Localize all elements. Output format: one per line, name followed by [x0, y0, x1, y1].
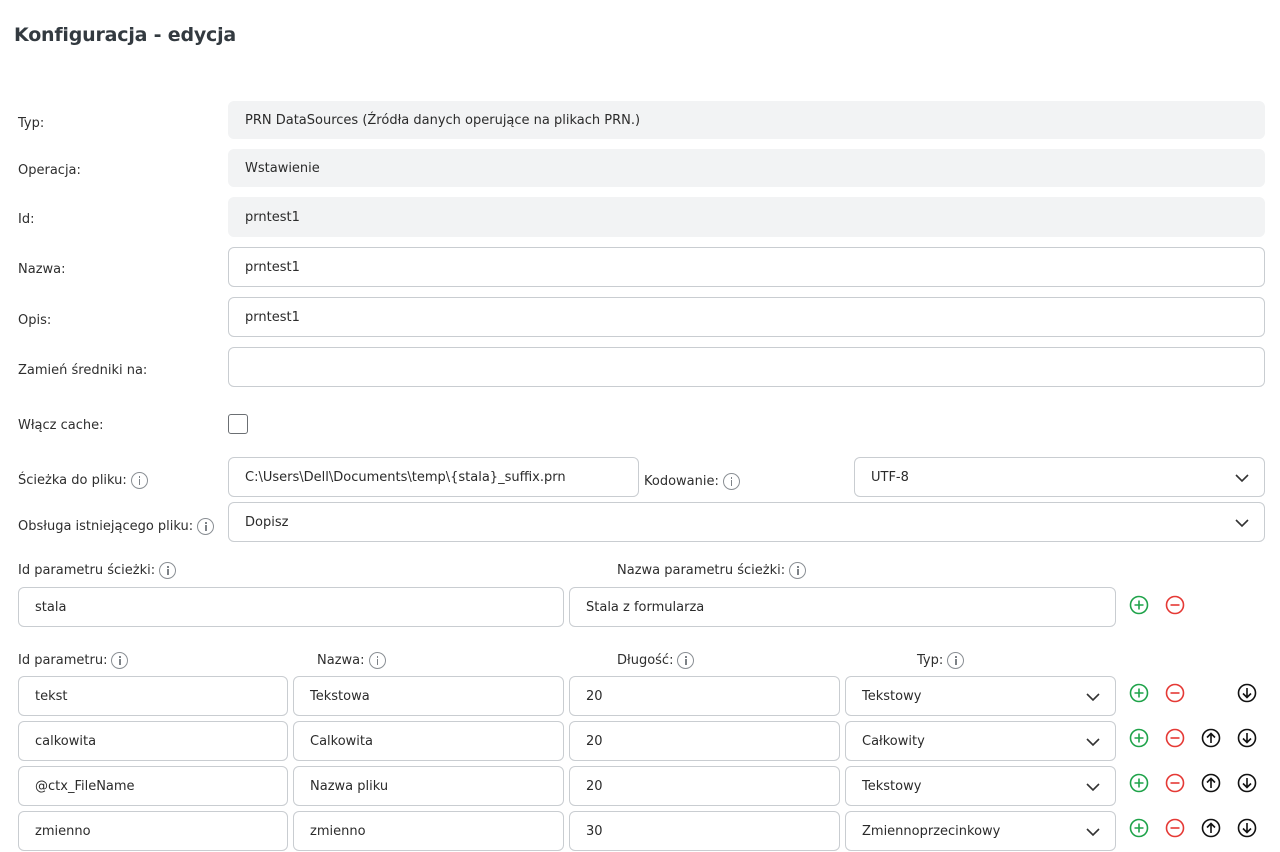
info-icon[interactable] [722, 473, 740, 490]
sciezka-label-wrap: Ścieżka do pliku: [18, 472, 148, 489]
id-field: prntest1 [228, 197, 1265, 237]
param-type-select[interactable]: Tekstowy [845, 676, 1116, 716]
path-param-name-header: Nazwa parametru ścieżki: [617, 562, 807, 579]
plus-circle-icon[interactable] [1129, 728, 1149, 748]
chevron-down-icon [1235, 474, 1249, 483]
param-length-input[interactable]: 20 [569, 766, 840, 806]
kodowanie-label-wrap: Kodowanie: [644, 473, 740, 490]
param-name-header-label: Nazwa: [317, 653, 365, 668]
info-icon[interactable] [368, 652, 386, 669]
arrow-down-circle-icon[interactable] [1237, 683, 1257, 703]
param-length-header: Długość: [617, 652, 695, 669]
param-name-input[interactable]: Calkowita [293, 721, 564, 761]
chevron-down-icon [1235, 519, 1249, 528]
plus-circle-icon[interactable] [1129, 773, 1149, 793]
param-name-header: Nazwa: [317, 652, 386, 669]
path-param-name-input[interactable]: Stala z formularza [569, 587, 1116, 627]
obsluga-label-wrap: Obsługa istniejącego pliku: [18, 518, 215, 535]
kodowanie-select[interactable]: UTF-8 [854, 457, 1265, 497]
arrow-up-circle-icon[interactable] [1201, 773, 1221, 793]
param-type-value: Tekstowy [862, 778, 922, 794]
sciezka-label: Ścieżka do pliku: [18, 473, 127, 488]
param-type-select[interactable]: Zmiennoprzecinkowy [845, 811, 1116, 851]
param-length-input[interactable]: 20 [569, 676, 840, 716]
plus-circle-icon[interactable] [1129, 595, 1149, 615]
arrow-down-circle-icon[interactable] [1237, 773, 1257, 793]
arrow-up-circle-icon[interactable] [1201, 818, 1221, 838]
info-icon[interactable] [677, 652, 695, 669]
info-icon[interactable] [789, 562, 807, 579]
param-id-input[interactable]: calkowita [18, 721, 288, 761]
info-icon[interactable] [159, 562, 177, 579]
id-label: Id: [18, 212, 35, 227]
param-type-value: Tekstowy [862, 688, 922, 704]
param-id-input[interactable]: tekst [18, 676, 288, 716]
nazwa-input[interactable]: prntest1 [228, 247, 1265, 287]
path-param-id-input[interactable]: stala [18, 587, 564, 627]
nazwa-label: Nazwa: [18, 262, 66, 277]
cache-label: Włącz cache: [18, 418, 104, 433]
info-icon[interactable] [130, 472, 148, 489]
param-name-input[interactable]: Tekstowa [293, 676, 564, 716]
cache-checkbox[interactable] [228, 414, 248, 434]
minus-circle-icon[interactable] [1165, 728, 1185, 748]
opis-input[interactable]: prntest1 [228, 297, 1265, 337]
arrow-down-circle-icon[interactable] [1237, 818, 1257, 838]
path-param-id-header: Id parametru ścieżki: [18, 562, 177, 579]
typ-label: Typ: [18, 116, 45, 131]
operacja-field: Wstawienie [228, 149, 1265, 187]
arrow-down-circle-icon[interactable] [1237, 728, 1257, 748]
param-type-header: Typ: [917, 652, 965, 669]
opis-label: Opis: [18, 313, 52, 328]
minus-circle-icon[interactable] [1165, 683, 1185, 703]
path-param-id-header-label: Id parametru ścieżki: [18, 563, 156, 578]
minus-circle-icon[interactable] [1165, 818, 1185, 838]
param-id-header-label: Id parametru: [18, 653, 108, 668]
minus-circle-icon[interactable] [1165, 595, 1185, 615]
zamien-label: Zamień średniki na: [18, 363, 148, 378]
sciezka-input[interactable]: C:\Users\Dell\Documents\temp\{stala}_suf… [228, 457, 639, 497]
zamien-input[interactable] [228, 347, 1265, 387]
obsluga-select[interactable]: Dopisz [228, 502, 1265, 542]
minus-circle-icon[interactable] [1165, 773, 1185, 793]
param-type-select[interactable]: Tekstowy [845, 766, 1116, 806]
info-icon[interactable] [197, 518, 215, 535]
arrow-up-circle-icon[interactable] [1201, 728, 1221, 748]
plus-circle-icon[interactable] [1129, 683, 1149, 703]
param-id-input[interactable]: zmienno [18, 811, 288, 851]
param-id-input[interactable]: @ctx_FileName [18, 766, 288, 806]
param-type-value: Zmiennoprzecinkowy [862, 823, 1001, 839]
plus-circle-icon[interactable] [1129, 818, 1149, 838]
chevron-down-icon [1086, 828, 1100, 837]
param-length-input[interactable]: 20 [569, 721, 840, 761]
path-param-name-header-label: Nazwa parametru ścieżki: [617, 563, 786, 578]
param-length-input[interactable]: 30 [569, 811, 840, 851]
obsluga-value: Dopisz [245, 514, 289, 530]
param-name-input[interactable]: Nazwa pliku [293, 766, 564, 806]
operacja-label: Operacja: [18, 163, 81, 178]
obsluga-label: Obsługa istniejącego pliku: [18, 519, 194, 534]
param-id-header: Id parametru: [18, 652, 129, 669]
param-name-input[interactable]: zmienno [293, 811, 564, 851]
info-icon[interactable] [947, 652, 965, 669]
page-title: Konfiguracja - edycja [14, 24, 237, 46]
kodowanie-label: Kodowanie: [644, 474, 719, 489]
param-type-header-label: Typ: [917, 653, 944, 668]
typ-field: PRN DataSources (Źródła danych operujące… [228, 101, 1265, 139]
kodowanie-value: UTF-8 [871, 469, 909, 485]
param-length-header-label: Długość: [617, 653, 674, 668]
param-type-value: Całkowity [862, 733, 925, 749]
chevron-down-icon [1086, 738, 1100, 747]
param-type-select[interactable]: Całkowity [845, 721, 1116, 761]
chevron-down-icon [1086, 693, 1100, 702]
info-icon[interactable] [111, 652, 129, 669]
chevron-down-icon [1086, 783, 1100, 792]
